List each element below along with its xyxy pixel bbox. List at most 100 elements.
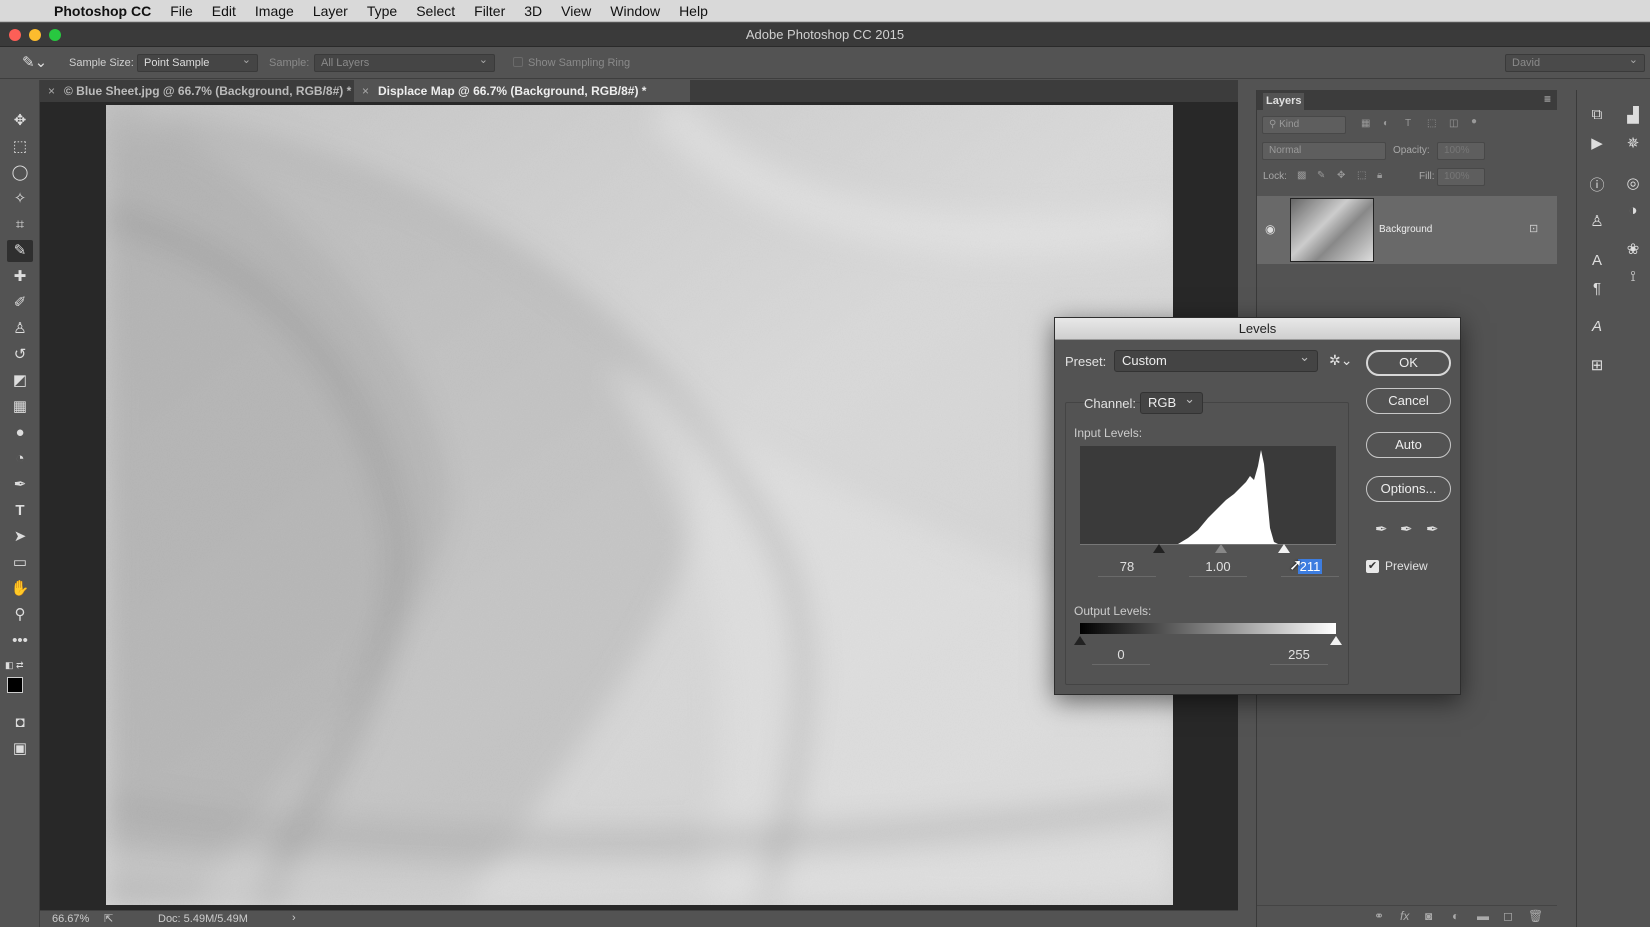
menu-edit[interactable]: Edit xyxy=(212,3,236,19)
filter-pixel-icon[interactable]: ▦ xyxy=(1361,118,1370,129)
filter-adjustment-icon[interactable]: ◐ xyxy=(1383,118,1389,129)
close-tab-icon[interactable]: × xyxy=(48,80,55,102)
marquee-tool-icon[interactable]: ⬚ xyxy=(7,136,33,158)
output-black-slider[interactable] xyxy=(1074,636,1086,645)
channels-panel-icon[interactable]: ❀ xyxy=(1621,240,1645,258)
gradient-tool-icon[interactable]: ▦ xyxy=(7,396,33,418)
paragraph-panel-icon[interactable]: ¶ xyxy=(1585,280,1609,297)
adjustments-panel-icon[interactable]: ◑ xyxy=(1621,202,1645,219)
menu-help[interactable]: Help xyxy=(679,3,708,19)
minimize-window-button[interactable] xyxy=(29,29,41,41)
quick-mask-icon[interactable]: ◘ xyxy=(7,712,33,734)
more-tools-icon[interactable]: ••• xyxy=(7,630,33,652)
black-point-eyedropper-icon[interactable]: ✒ xyxy=(1375,520,1388,538)
status-arrow-icon[interactable]: › xyxy=(292,912,296,924)
character-panel-icon[interactable]: A xyxy=(1585,252,1609,269)
filter-smart-object-icon[interactable]: ◫ xyxy=(1449,118,1458,129)
opacity-field[interactable]: 100% xyxy=(1437,142,1485,160)
menu-select[interactable]: Select xyxy=(416,3,455,19)
input-black-slider[interactable] xyxy=(1153,544,1165,553)
clone-stamp-tool-icon[interactable]: ♙ xyxy=(7,318,33,340)
lock-all-icon[interactable]: 🔒︎ xyxy=(1377,170,1382,181)
eraser-tool-icon[interactable]: ◩ xyxy=(7,370,33,392)
move-tool-icon[interactable]: ✥ xyxy=(7,110,33,132)
zoom-window-button[interactable] xyxy=(49,29,61,41)
lock-artboard-icon[interactable]: ⬚ xyxy=(1357,170,1366,181)
rectangle-tool-icon[interactable]: ▭ xyxy=(7,552,33,574)
clone-source-panel-icon[interactable]: ♙ xyxy=(1585,212,1609,230)
auto-button[interactable]: Auto xyxy=(1366,432,1451,458)
default-colors-icon[interactable]: ◧ ⇄ xyxy=(5,660,24,671)
workspace-select[interactable]: David xyxy=(1505,52,1645,72)
fill-field[interactable]: 100% xyxy=(1437,168,1485,186)
lock-transparent-icon[interactable]: ▩ xyxy=(1297,170,1306,181)
menu-file[interactable]: File xyxy=(170,3,193,19)
menu-3d[interactable]: 3D xyxy=(524,3,542,19)
preview-checkbox[interactable]: ✔ xyxy=(1366,560,1379,573)
screen-mode-icon[interactable]: ▣ xyxy=(7,738,33,760)
output-white-field[interactable]: 255 xyxy=(1270,647,1328,665)
lasso-tool-icon[interactable]: ◯ xyxy=(7,162,33,184)
layers-panel-title[interactable]: Layers xyxy=(1263,93,1305,110)
input-black-field[interactable]: 78 xyxy=(1098,559,1156,577)
menu-type[interactable]: Type xyxy=(367,3,397,19)
lock-image-icon[interactable]: ✎ xyxy=(1317,170,1325,181)
properties-panel-icon[interactable]: ⊞ xyxy=(1585,356,1609,374)
layer-mask-icon[interactable]: ◙ xyxy=(1425,909,1432,923)
input-gamma-field[interactable]: 1.00 xyxy=(1189,559,1247,577)
filter-toggle-icon[interactable]: ● xyxy=(1471,116,1477,127)
zoom-tool-icon[interactable]: ⚲ xyxy=(7,604,33,626)
path-selection-tool-icon[interactable]: ➤ xyxy=(7,526,33,548)
panel-menu-icon[interactable]: ≡ xyxy=(1544,92,1551,106)
sampling-ring-checkbox[interactable] xyxy=(513,57,523,67)
brush-tool-icon[interactable]: ✐ xyxy=(7,292,33,314)
filter-shape-icon[interactable]: ⬚ xyxy=(1427,118,1436,129)
quick-select-tool-icon[interactable]: ✧ xyxy=(7,188,33,210)
sample-select[interactable]: All Layers xyxy=(314,52,495,72)
delete-layer-icon[interactable]: 🗑︎ xyxy=(1528,909,1543,923)
history-brush-tool-icon[interactable]: ↺ xyxy=(7,344,33,366)
blend-mode-select[interactable]: Normal xyxy=(1262,142,1386,160)
dodge-tool-icon[interactable]: ◔ xyxy=(7,448,33,470)
input-gamma-slider[interactable] xyxy=(1215,544,1227,553)
doc-size[interactable]: Doc: 5.49M/5.49M xyxy=(158,913,248,925)
output-white-slider[interactable] xyxy=(1330,636,1342,645)
layer-name[interactable]: Background xyxy=(1379,224,1432,235)
sample-size-select[interactable]: Point Sample xyxy=(137,52,258,72)
new-group-icon[interactable]: ▬ xyxy=(1477,909,1489,923)
menu-filter[interactable]: Filter xyxy=(474,3,505,19)
export-icon[interactable]: ⇱ xyxy=(104,912,113,925)
kind-filter-select[interactable]: ⚲ Kind xyxy=(1262,116,1346,134)
color-panel-icon[interactable]: ◎ xyxy=(1621,174,1645,192)
layer-visibility-eye-icon[interactable]: ◉ xyxy=(1265,222,1275,236)
filter-type-icon[interactable]: T xyxy=(1405,118,1411,129)
channel-select[interactable]: RGB xyxy=(1140,389,1203,414)
preset-select[interactable]: Custom xyxy=(1114,347,1318,372)
menu-layer[interactable]: Layer xyxy=(313,3,348,19)
info-panel-icon[interactable]: ⓘ xyxy=(1585,174,1609,195)
new-layer-icon[interactable]: ◻ xyxy=(1503,909,1513,923)
foreground-color-swatch[interactable] xyxy=(7,677,23,693)
history-panel-icon[interactable]: ⧉ xyxy=(1585,106,1609,123)
close-tab-icon[interactable]: × xyxy=(362,80,369,102)
navigator-panel-icon[interactable]: ✵ xyxy=(1621,134,1645,152)
type-tool-icon[interactable]: T xyxy=(7,500,33,522)
document-image[interactable] xyxy=(106,105,1173,905)
histogram-panel-icon[interactable]: ▟ xyxy=(1621,106,1645,124)
eyedropper-preset-icon[interactable]: ✎⌄ xyxy=(22,53,47,71)
lock-position-icon[interactable]: ✥ xyxy=(1337,170,1345,181)
options-button[interactable]: Options... xyxy=(1366,476,1451,502)
healing-brush-tool-icon[interactable]: ✚ xyxy=(7,266,33,288)
tab-blue-sheet[interactable]: × © Blue Sheet.jpg @ 66.7% (Background, … xyxy=(40,80,354,102)
crop-tool-icon[interactable]: ⌗ xyxy=(7,214,33,236)
layer-row-background[interactable]: ◉ Background ⊡ xyxy=(1257,196,1557,264)
layer-style-icon[interactable]: fx xyxy=(1400,909,1409,923)
hand-tool-icon[interactable]: ✋ xyxy=(7,578,33,600)
close-window-button[interactable] xyxy=(9,29,21,41)
eyedropper-tool-icon[interactable]: ✎ xyxy=(7,240,33,262)
link-layers-icon[interactable]: ⚭ xyxy=(1374,909,1384,923)
menu-window[interactable]: Window xyxy=(610,3,660,19)
gray-point-eyedropper-icon[interactable]: ✒ xyxy=(1400,520,1413,538)
preset-options-gear-icon[interactable]: ✲⌄ xyxy=(1329,352,1352,369)
output-black-field[interactable]: 0 xyxy=(1092,647,1150,665)
